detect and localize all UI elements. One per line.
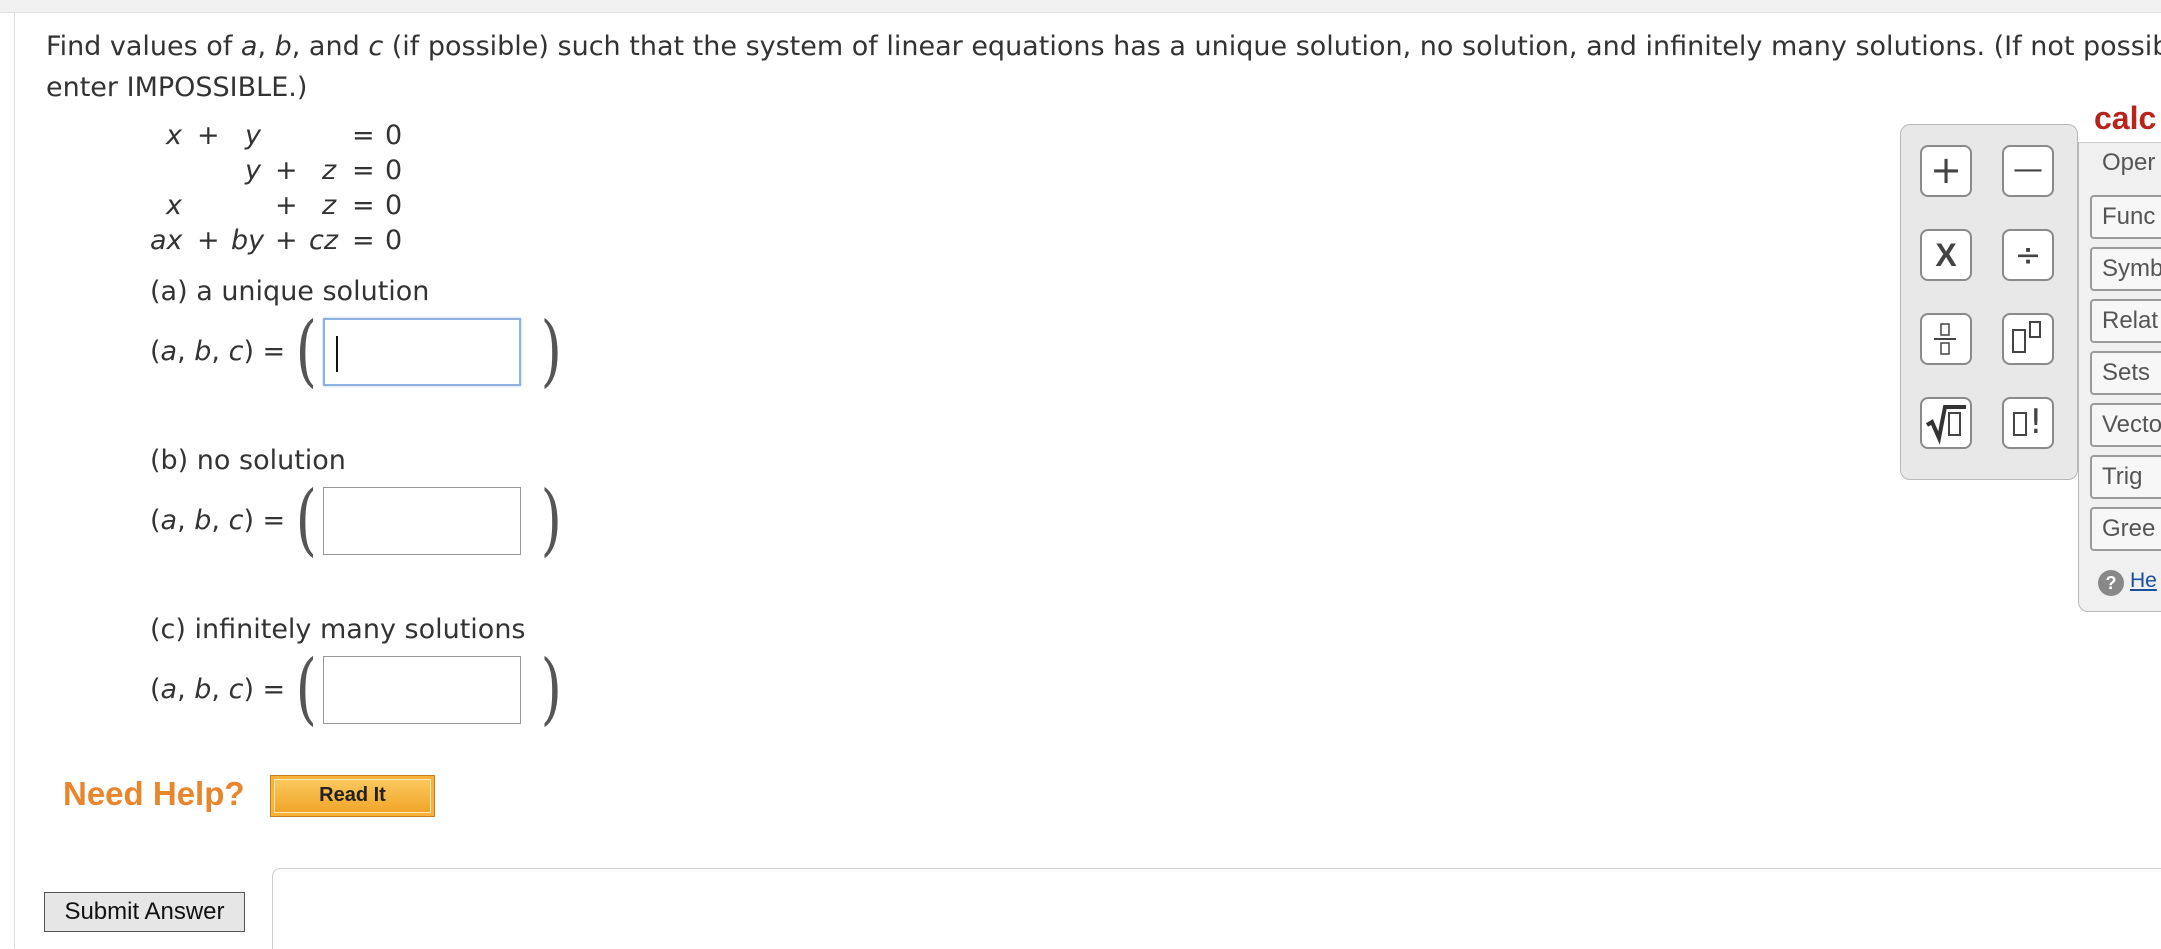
category-trig[interactable]: Trig <box>2090 455 2161 499</box>
category-vectors[interactable]: Vecto <box>2090 403 2161 447</box>
part-b-label: (b) no solution <box>150 445 346 476</box>
eq-rhs: 0 <box>385 225 403 256</box>
abc-c: c <box>228 674 244 705</box>
abc-b: b <box>194 505 212 536</box>
abc-open: ( <box>150 336 161 367</box>
abc-close: ) = <box>243 336 286 367</box>
eq-equals: = <box>352 155 375 186</box>
category-operations[interactable]: Oper <box>2090 143 2161 187</box>
eq-term-y: y <box>245 120 261 151</box>
eq-term-x: x <box>166 120 182 151</box>
right-paren: ) <box>540 475 562 565</box>
factorial-button[interactable]: ! <box>2002 397 2054 449</box>
abc-a: a <box>160 674 178 705</box>
abc-sep: , <box>211 674 229 705</box>
abc-open: ( <box>150 505 161 536</box>
abc-close: ) = <box>243 505 286 536</box>
read-it-label: Read It <box>274 779 431 813</box>
category-greek[interactable]: Gree <box>2090 507 2161 551</box>
part-a-label: (a) a unique solution <box>150 276 430 307</box>
category-relations[interactable]: Relat <box>2090 299 2161 343</box>
question-prompt: Find values of a, b, and c (if possible)… <box>46 26 2161 108</box>
var-b: b <box>274 31 292 62</box>
divide-button[interactable]: ÷ <box>2002 229 2054 281</box>
answer-input-a[interactable] <box>323 318 521 386</box>
bottom-panel <box>272 868 2161 949</box>
text-caret <box>336 336 338 372</box>
abc-c: c <box>228 505 244 536</box>
eq-term-ax: ax <box>150 225 183 256</box>
eq-op: + <box>275 190 298 221</box>
eq-op: + <box>275 225 298 256</box>
var-a: a <box>240 31 258 62</box>
eq-term-by: by <box>231 225 265 256</box>
top-bar <box>0 0 2161 13</box>
exponent-button[interactable] <box>2002 313 2054 365</box>
eq-equals: = <box>352 120 375 151</box>
eq-rhs: 0 <box>385 120 403 151</box>
eq-term-x: x <box>166 190 182 221</box>
eq-rhs: 0 <box>385 155 403 186</box>
factorial-box-icon <box>2013 412 2027 436</box>
abc-sep: , <box>177 674 195 705</box>
abc-sep: , <box>177 336 195 367</box>
multiply-button[interactable]: X <box>1920 229 1972 281</box>
fraction-button[interactable] <box>1920 313 1972 365</box>
prompt-line2: enter IMPOSSIBLE.) <box>46 72 308 103</box>
eq-equals: = <box>352 190 375 221</box>
category-functions[interactable]: Func <box>2090 195 2161 239</box>
abc-b: b <box>194 674 212 705</box>
minus-button[interactable]: — <box>2002 145 2054 197</box>
abc-sep: , <box>211 336 229 367</box>
abc-open: ( <box>150 674 161 705</box>
prompt-text: Find values of <box>46 31 241 62</box>
eq-op: + <box>275 155 298 186</box>
abc-a: a <box>160 336 178 367</box>
need-help-label: Need Help? <box>63 775 245 812</box>
exponent-icon <box>2012 321 2041 353</box>
answer-input-b[interactable] <box>323 487 521 555</box>
abc-a: a <box>160 505 178 536</box>
factorial-mark: ! <box>2029 402 2043 442</box>
abc-b: b <box>194 336 212 367</box>
prompt-comma: , <box>257 31 275 62</box>
plus-button[interactable]: + <box>1920 145 1972 197</box>
right-paren: ) <box>540 306 562 396</box>
prompt-text-rest: (if possible) such that the system of li… <box>383 31 2161 62</box>
category-sets[interactable]: Sets <box>2090 351 2161 395</box>
sqrt-icon <box>1925 405 1966 445</box>
right-paren: ) <box>540 644 562 734</box>
sqrt-button[interactable] <box>1920 397 1972 449</box>
eq-equals: = <box>352 225 375 256</box>
var-c: c <box>368 31 384 62</box>
abc-label: (a, b, c) = <box>150 336 285 367</box>
category-symbols[interactable]: Symb <box>2090 247 2161 291</box>
eq-op: + <box>197 120 220 151</box>
abc-c: c <box>228 336 244 367</box>
prompt-and: , and <box>291 31 369 62</box>
calculator-help-link[interactable]: He <box>2130 569 2157 593</box>
fraction-icon <box>1934 323 1956 355</box>
eq-term-y: y <box>245 155 261 186</box>
abc-sep: , <box>211 505 229 536</box>
submit-answer-button[interactable]: Submit Answer <box>44 892 245 932</box>
help-icon[interactable]: ? <box>2098 570 2124 596</box>
calculator-title: calc <box>2094 100 2157 136</box>
left-paren: ( <box>295 306 317 396</box>
answer-input-c[interactable] <box>323 656 521 724</box>
abc-label: (a, b, c) = <box>150 674 285 705</box>
read-it-button[interactable]: Read It <box>270 775 435 817</box>
eq-op: + <box>197 225 220 256</box>
left-border <box>14 13 15 948</box>
eq-term-z: z <box>322 155 337 186</box>
left-paren: ( <box>295 475 317 565</box>
eq-term-z: z <box>322 190 337 221</box>
abc-close: ) = <box>243 674 286 705</box>
part-c-label: (c) infinitely many solutions <box>150 614 526 645</box>
eq-term-cz: cz <box>309 225 339 256</box>
eq-rhs: 0 <box>385 190 403 221</box>
abc-label: (a, b, c) = <box>150 505 285 536</box>
abc-sep: , <box>177 505 195 536</box>
left-paren: ( <box>295 644 317 734</box>
